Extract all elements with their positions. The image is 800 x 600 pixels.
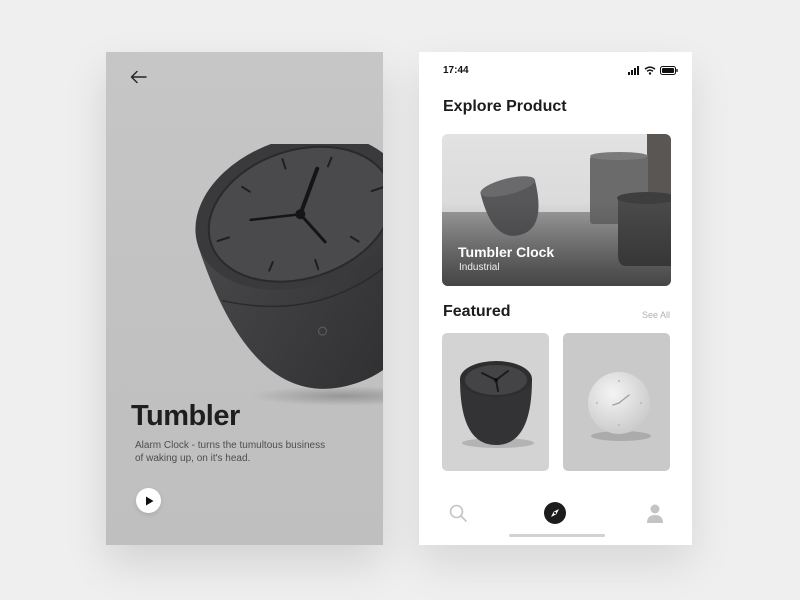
explore-screen: 17:44 Explore Product Tumbler Clock Indu…: [419, 52, 692, 545]
user-icon: [647, 504, 663, 523]
back-button[interactable]: [128, 68, 150, 86]
status-icons: [628, 65, 678, 75]
featured-section-title: Featured: [443, 303, 511, 320]
battery-icon: [660, 65, 678, 75]
tab-search[interactable]: [447, 502, 469, 524]
tumbler-clock-image: [195, 144, 383, 406]
featured-card-subtitle: Industrial: [459, 262, 500, 273]
wifi-icon: [644, 65, 656, 75]
compass-icon: [544, 502, 566, 524]
home-indicator: [509, 534, 605, 537]
white-clock-image: [588, 372, 651, 441]
search-icon: [449, 504, 467, 522]
status-time: 17:44: [443, 65, 469, 76]
tab-explore[interactable]: [544, 502, 566, 524]
tab-profile[interactable]: [644, 502, 666, 524]
see-all-link[interactable]: See All: [642, 310, 670, 320]
product-detail-screen: Tumbler Alarm Clock - turns the tumultou…: [106, 52, 383, 545]
signal-icon: [628, 65, 639, 75]
product-tile-dark-clock[interactable]: [442, 333, 549, 471]
product-title: Tumbler: [131, 400, 240, 432]
featured-product-card[interactable]: Tumbler Clock Industrial: [442, 134, 671, 286]
product-tile-white-clock[interactable]: [563, 333, 670, 471]
play-icon: [146, 496, 154, 505]
featured-card-title: Tumbler Clock: [458, 244, 555, 260]
play-button[interactable]: [136, 488, 161, 513]
dark-clock-image: [460, 361, 534, 448]
explore-title: Explore Product: [443, 98, 567, 115]
arrow-left-icon: [130, 70, 147, 84]
product-description: Alarm Clock - turns the tumultous busine…: [135, 440, 326, 464]
